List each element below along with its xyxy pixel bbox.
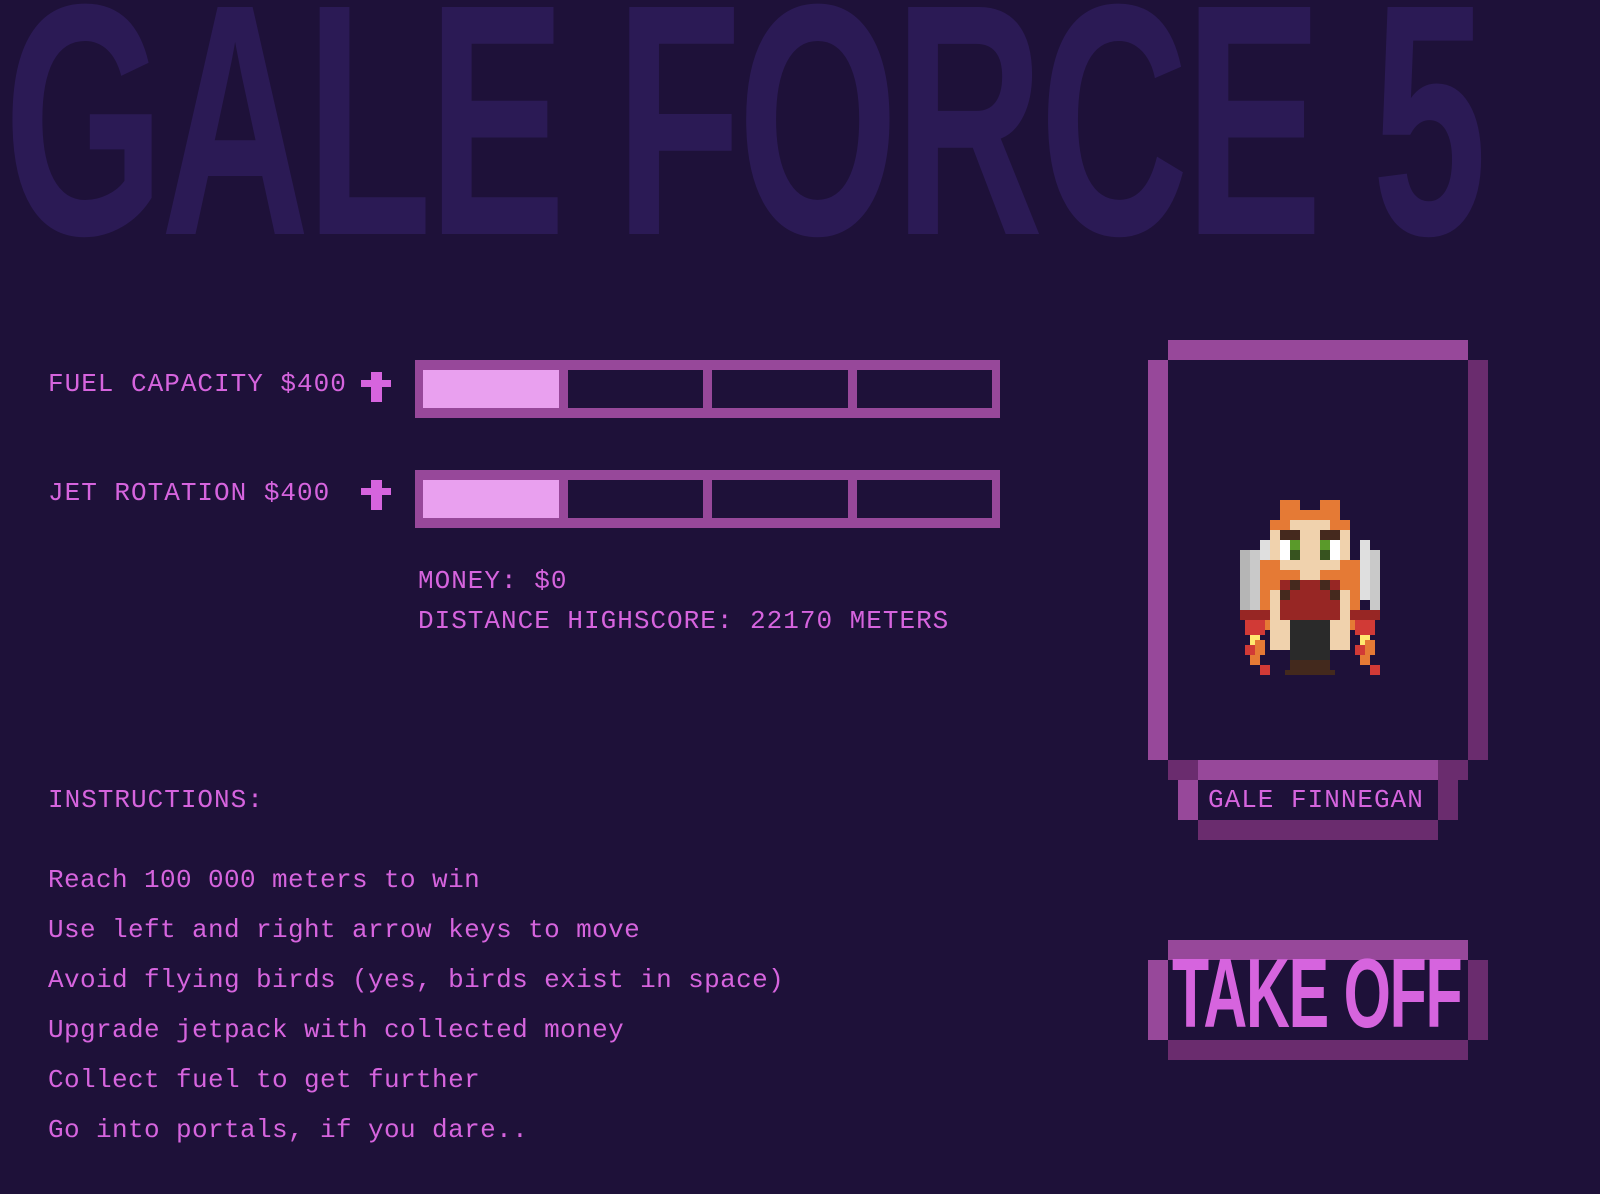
sprite-pixel [1280, 560, 1300, 570]
game-title: GALE FORCE 5 [0, 0, 1600, 270]
instruction-item: Use left and right arrow keys to move [48, 915, 641, 945]
sprite-pixel [1355, 620, 1375, 635]
sprite-pixel [1330, 540, 1340, 560]
progress-segment [567, 370, 703, 408]
sprite-pixel [1365, 640, 1375, 655]
sprite-pixel [1280, 570, 1300, 580]
sprite-pixel [1320, 560, 1340, 570]
sprite-pixel [1280, 540, 1290, 560]
money-display: MONEY: $0 [418, 566, 568, 596]
upgrade-progress-bar [415, 470, 1000, 528]
sprite-pixel [1290, 660, 1330, 670]
progress-segment [856, 370, 992, 408]
upgrade-label: FUEL CAPACITY $400 [48, 369, 347, 399]
instruction-item: Collect fuel to get further [48, 1065, 481, 1095]
highscore-display: DISTANCE HIGHSCORE: 22170 METERS [418, 606, 950, 636]
sprite-pixel [1290, 540, 1300, 550]
sprite-pixel [1355, 645, 1365, 655]
sprite-pixel [1280, 500, 1300, 520]
sprite-pixel [1250, 550, 1260, 610]
sprite-pixel [1320, 570, 1340, 580]
sprite-pixel [1245, 645, 1255, 655]
instructions-title: INSTRUCTIONS: [48, 785, 264, 815]
sprite-pixel [1290, 620, 1330, 660]
sprite-pixel [1340, 530, 1350, 560]
sprite-pixel [1370, 550, 1380, 610]
sprite-pixel [1270, 530, 1280, 560]
sprite-pixel [1350, 610, 1380, 620]
sprite-pixel [1240, 610, 1270, 620]
plus-icon[interactable] [361, 480, 399, 510]
sprite-pixel [1290, 580, 1300, 590]
sprite-pixel [1280, 620, 1290, 650]
upgrade-progress-bar [415, 360, 1000, 418]
sprite-pixel [1320, 530, 1340, 540]
sprite-pixel [1340, 590, 1350, 650]
sprite-pixel [1300, 570, 1320, 580]
takeoff-label-box[interactable]: TAKE OFF [1168, 943, 1468, 1045]
sprite-pixel [1240, 550, 1250, 610]
sprite-pixel [1370, 665, 1380, 675]
game-title-text: GALE FORCE 5 [4, 0, 1487, 270]
sprite-pixel [1290, 520, 1330, 530]
sprite-pixel [1320, 550, 1330, 560]
character-name: GALE FINNEGAN [1208, 785, 1424, 815]
instruction-item: Avoid flying birds (yes, birds exist in … [48, 965, 785, 995]
sprite-pixel [1250, 655, 1260, 665]
sprite-pixel [1320, 540, 1330, 550]
progress-segment [423, 480, 559, 518]
sprite-pixel [1330, 590, 1340, 600]
instruction-item: Go into portals, if you dare.. [48, 1115, 529, 1145]
sprite-pixel [1255, 640, 1265, 655]
sprite-pixel [1280, 590, 1290, 600]
upgrade-label: JET ROTATION $400 [48, 478, 331, 508]
sprite-pixel [1330, 620, 1340, 650]
sprite-pixel [1360, 540, 1370, 600]
progress-segment [712, 370, 848, 408]
instruction-item: Upgrade jetpack with collected money [48, 1015, 625, 1045]
progress-segment [712, 480, 848, 518]
sprite-pixel [1300, 510, 1320, 520]
sprite-pixel [1245, 620, 1265, 635]
sprite-pixel [1285, 670, 1335, 675]
sprite-pixel [1280, 530, 1300, 540]
sprite-pixel [1360, 655, 1370, 665]
character-sprite [1240, 500, 1380, 675]
sprite-pixel [1260, 665, 1270, 675]
takeoff-label: TAKE OFF [1172, 938, 1463, 1048]
plus-icon[interactable] [361, 372, 399, 402]
sprite-pixel [1290, 550, 1300, 560]
sprite-pixel [1320, 500, 1340, 520]
sprite-pixel [1320, 580, 1330, 590]
sprite-pixel [1300, 530, 1320, 570]
sprite-pixel [1270, 590, 1280, 650]
instruction-item: Reach 100 000 meters to win [48, 865, 481, 895]
progress-segment [567, 480, 703, 518]
progress-segment [856, 480, 992, 518]
progress-segment [423, 370, 559, 408]
